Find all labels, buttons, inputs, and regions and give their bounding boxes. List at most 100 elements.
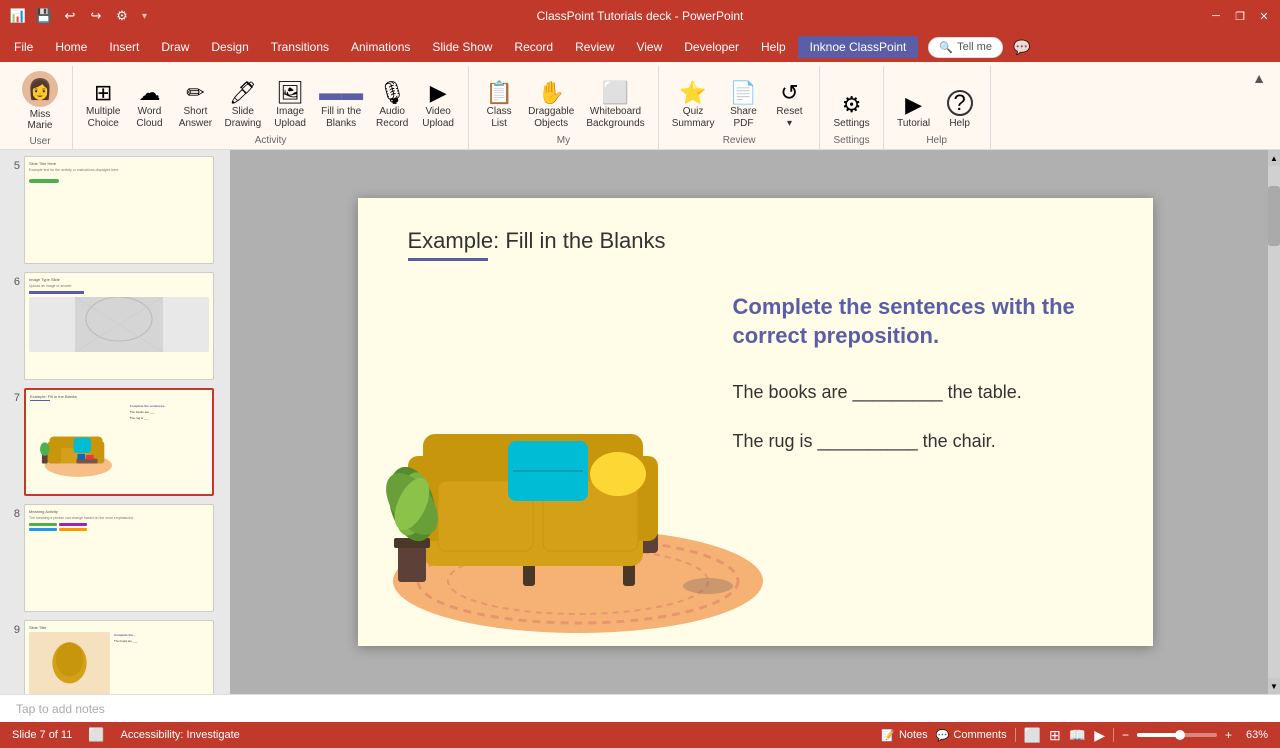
scroll-thumb[interactable] <box>1268 186 1280 246</box>
quiz-summary-label: QuizSummary <box>672 106 715 130</box>
review-group-label: Review <box>667 133 812 149</box>
slide-num-9: 9 <box>6 624 20 636</box>
share-pdf-button[interactable]: 📄 SharePDF <box>721 79 765 133</box>
slide-drawing-label: SlideDrawing <box>224 106 261 130</box>
menu-inknoe[interactable]: Inknoe ClassPoint <box>798 36 919 58</box>
menu-record[interactable]: Record <box>504 36 563 58</box>
slide-panel[interactable]: 5 Slide Title Here Example text for the … <box>0 150 230 694</box>
fill-blanks-button[interactable]: ▬▬ Fill in theBlanks <box>314 79 368 133</box>
menu-design[interactable]: Design <box>201 36 258 58</box>
view-reading-icon[interactable]: 📖 <box>1069 727 1086 744</box>
menu-home[interactable]: Home <box>45 36 97 58</box>
multiple-choice-label: MultipleChoice <box>86 106 120 130</box>
menu-review[interactable]: Review <box>565 36 624 58</box>
title-bar-right: ─ ❐ ✕ <box>1208 8 1272 24</box>
slide-thumb-9[interactable]: 9 Slide Title Complete the... <box>4 618 226 694</box>
tell-me-box[interactable]: 🔍 Tell me <box>928 37 1003 58</box>
menu-bar: File Home Insert Draw Design Transitions… <box>0 32 1280 62</box>
ribbon-collapse-button[interactable]: ▲ <box>1246 66 1272 90</box>
multiple-choice-button[interactable]: ⊞ MultipleChoice <box>81 79 125 133</box>
slide-num-5: 5 <box>6 160 20 172</box>
ribbon: 👩 MissMarie User ⊞ MultipleChoice ☁ Word… <box>0 62 1280 150</box>
save-icon[interactable]: 💾 <box>34 6 54 26</box>
sentence-2: The rug is __________ the chair. <box>733 429 1113 454</box>
audio-record-icon: 🎙 <box>378 82 406 104</box>
menu-help[interactable]: Help <box>751 36 796 58</box>
zoom-out-icon[interactable]: − <box>1122 728 1129 742</box>
zoom-level[interactable]: 63% <box>1240 729 1268 741</box>
scroll-up-button[interactable]: ▲ <box>1268 150 1280 166</box>
slide-thumb-7[interactable]: 7 Example: Fill in the Blanks <box>4 386 226 498</box>
customize-icon[interactable]: ⚙ <box>112 6 132 26</box>
notes-button[interactable]: 📝 Notes <box>881 729 927 742</box>
slide-thumb-8[interactable]: 8 Meaning Activity The meaning a phrase … <box>4 502 226 614</box>
redo-icon[interactable]: ↪ <box>86 6 106 26</box>
settings-icon: ⚙ <box>842 94 862 116</box>
menu-transitions[interactable]: Transitions <box>261 36 339 58</box>
whiteboard-button[interactable]: ⬜ WhiteboardBackgrounds <box>581 79 649 133</box>
class-list-icon: 📋 <box>485 82 512 104</box>
slide-thumb-6[interactable]: 6 Image Type Slide Upload an image of an… <box>4 270 226 382</box>
audio-record-button[interactable]: 🎙 AudioRecord <box>370 79 414 133</box>
view-slidesorter-icon[interactable]: ⊞ <box>1049 727 1061 744</box>
menu-draw[interactable]: Draw <box>151 36 199 58</box>
close-button[interactable]: ✕ <box>1256 8 1272 24</box>
quiz-summary-icon: ⭐ <box>679 82 706 104</box>
ribbon-group-user: 👩 MissMarie User <box>8 66 73 149</box>
zoom-in-icon[interactable]: + <box>1225 728 1232 742</box>
menu-slideshow[interactable]: Slide Show <box>422 36 502 58</box>
settings-button[interactable]: ⚙ Settings <box>828 91 874 133</box>
share-pdf-icon: 📄 <box>730 82 757 104</box>
minimize-button[interactable]: ─ <box>1208 8 1224 24</box>
slide-thumb-5[interactable]: 5 Slide Title Here Example text for the … <box>4 154 226 266</box>
menu-insert[interactable]: Insert <box>99 36 149 58</box>
view-normal-icon[interactable]: ⬜ <box>1024 727 1041 744</box>
notes-bar: Tap to add notes <box>0 694 1280 722</box>
comments-button[interactable]: 💬 Comments <box>936 729 1007 742</box>
settings-label: Settings <box>833 118 869 130</box>
undo-icon[interactable]: ↩ <box>60 6 80 26</box>
slide-preview-7: Example: Fill in the Blanks <box>24 388 214 496</box>
video-upload-button[interactable]: ▶ VideoUpload <box>416 79 460 133</box>
slide-drawing-button[interactable]: 🖊 SlideDrawing <box>219 79 266 133</box>
status-right: 📝 Notes 💬 Comments ⬜ ⊞ 📖 ▶ − + 63% <box>881 727 1268 744</box>
tutorial-button[interactable]: ▶ Tutorial <box>892 91 936 133</box>
help-group-items: ▶ Tutorial ? Help <box>892 68 982 133</box>
image-upload-button[interactable]: 🖼 ImageUpload <box>268 79 312 133</box>
word-cloud-label: WordCloud <box>136 106 162 130</box>
short-answer-button[interactable]: ✏ ShortAnswer <box>173 79 217 133</box>
class-list-button[interactable]: 📋 ClassList <box>477 79 521 133</box>
slide-text-area: Complete the sentences with the correct … <box>733 293 1113 479</box>
ribbon-group-activity: ⊞ MultipleChoice ☁ WordCloud ✏ ShortAnsw… <box>73 66 469 149</box>
slide-title-area: Example: Fill in the Blanks <box>408 228 666 261</box>
help-button[interactable]: ? Help <box>938 87 982 133</box>
slide-title-text: Example: Fill in the Blanks <box>408 228 666 254</box>
whiteboard-icon: ⬜ <box>602 82 629 104</box>
view-slideshow-icon[interactable]: ▶ <box>1094 727 1105 744</box>
slide-num-7: 7 <box>6 392 20 404</box>
reset-button[interactable]: ↺ Reset▾ <box>767 79 811 133</box>
scroll-down-button[interactable]: ▼ <box>1268 678 1280 694</box>
word-cloud-button[interactable]: ☁ WordCloud <box>127 79 171 133</box>
status-bar: Slide 7 of 11 ⬜ Accessibility: Investiga… <box>0 722 1280 748</box>
sentence-1: The books are _________ the table. <box>733 380 1113 405</box>
menu-developer[interactable]: Developer <box>674 36 749 58</box>
comments-icon[interactable]: 💬 <box>1013 39 1030 56</box>
menu-view[interactable]: View <box>626 36 672 58</box>
slide-canvas: Example: Fill in the Blanks <box>358 198 1153 646</box>
draggable-button[interactable]: ✋ DraggableObjects <box>523 79 579 133</box>
zoom-handle[interactable] <box>1175 730 1185 740</box>
menu-animations[interactable]: Animations <box>341 36 420 58</box>
menu-file[interactable]: File <box>4 36 43 58</box>
restore-button[interactable]: ❐ <box>1232 8 1248 24</box>
slide-preview-6: Image Type Slide Upload an image of answ… <box>24 272 214 380</box>
zoom-slider[interactable] <box>1137 733 1217 737</box>
avatar-button[interactable]: 👩 MissMarie <box>16 68 64 134</box>
user-group-items: 👩 MissMarie <box>16 68 64 134</box>
accessibility-label[interactable]: Accessibility: Investigate <box>121 729 240 741</box>
main-question: Complete the sentences with the correct … <box>733 293 1113 350</box>
vertical-scrollbar[interactable]: ▲ ▼ <box>1268 150 1280 694</box>
quiz-summary-button[interactable]: ⭐ QuizSummary <box>667 79 720 133</box>
ribbon-group-my: 📋 ClassList ✋ DraggableObjects ⬜ Whitebo… <box>469 66 659 149</box>
image-upload-icon: 🖼 <box>276 82 304 104</box>
